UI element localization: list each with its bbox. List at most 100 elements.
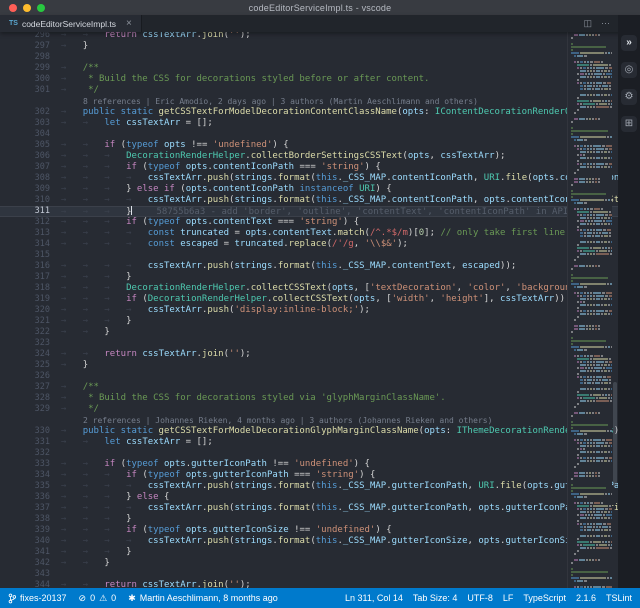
line-number[interactable]: 317 — [0, 272, 61, 283]
code-line[interactable]: 329→ */ — [0, 404, 618, 415]
minimap[interactable] — [567, 32, 612, 588]
line-number[interactable]: 298 — [0, 52, 61, 63]
code-line[interactable]: 327→ /** — [0, 382, 618, 393]
code-line[interactable]: 315 — [0, 250, 618, 261]
scrollbar-thumb[interactable] — [613, 382, 617, 487]
code-line[interactable]: 337→ → → → cssTextArr.push(strings.forma… — [0, 503, 618, 514]
code-line[interactable]: 317→ → → } — [0, 272, 618, 283]
line-number[interactable]: 323 — [0, 338, 61, 349]
code-line[interactable]: 313→ → → → const truncated = opts.conten… — [0, 228, 618, 239]
tslint-indicator[interactable]: TSLint — [606, 593, 632, 603]
line-number[interactable]: 310 — [0, 195, 61, 206]
code-line[interactable]: 324→ → return cssTextArr.join(''); — [0, 349, 618, 360]
code-line[interactable]: 298 — [0, 52, 618, 63]
code-line[interactable]: 312→ → → if (typeof opts.contentText ===… — [0, 217, 618, 228]
code-line[interactable]: 341→ → → } — [0, 547, 618, 558]
code-line[interactable]: 302→ public static getCSSTextForModelDec… — [0, 107, 618, 118]
line-number[interactable]: 326 — [0, 371, 61, 382]
git-branch-indicator[interactable]: fixes-20137 — [8, 593, 67, 604]
code-line[interactable]: 314→ → → → const escaped = truncated.rep… — [0, 239, 618, 250]
tab-codeeditorserviceimpl[interactable]: TS codeEditorServiceImpl.ts × — [0, 15, 142, 32]
line-number[interactable]: 313 — [0, 228, 61, 239]
indentation-indicator[interactable]: Tab Size: 4 — [413, 593, 458, 603]
line-number[interactable]: 329 — [0, 404, 61, 415]
code-line[interactable]: 331→ → let cssTextArr = []; — [0, 437, 618, 448]
line-number[interactable]: 339 — [0, 525, 61, 536]
line-number[interactable]: 335 — [0, 481, 61, 492]
code-line[interactable]: 299→ /** — [0, 63, 618, 74]
language-mode-indicator[interactable]: TypeScript — [523, 593, 566, 603]
line-number[interactable]: 325 — [0, 360, 61, 371]
debug-icon[interactable]: ◎ — [621, 62, 637, 78]
gear-icon[interactable]: ⚙ — [621, 89, 637, 105]
chevron-double-icon[interactable]: » — [621, 35, 637, 51]
close-tab-icon[interactable]: × — [126, 18, 132, 29]
line-number[interactable]: 299 — [0, 63, 61, 74]
code-line[interactable]: 328→ * Build the CSS for decorations sty… — [0, 393, 618, 404]
line-number[interactable]: 340 — [0, 536, 61, 547]
code-line[interactable]: 334→ → → if (typeof opts.gutterIconPath … — [0, 470, 618, 481]
code-line[interactable]: 336→ → → } else { — [0, 492, 618, 503]
line-number[interactable]: 308 — [0, 173, 61, 184]
extensions-icon[interactable]: ⊞ — [621, 116, 637, 132]
code-line[interactable]: 333→ → if (typeof opts.gutterIconPath !=… — [0, 459, 618, 470]
line-number[interactable]: 302 — [0, 107, 61, 118]
line-number[interactable]: 311 — [0, 206, 61, 217]
line-number[interactable]: 336 — [0, 492, 61, 503]
code-line[interactable]: 330→ public static getCSSTextForModelDec… — [0, 426, 618, 437]
typescript-version-indicator[interactable]: 2.1.6 — [576, 593, 596, 603]
code-line[interactable]: 326 — [0, 371, 618, 382]
line-number[interactable]: 331 — [0, 437, 61, 448]
line-number[interactable]: 338 — [0, 514, 61, 525]
line-number[interactable]: 301 — [0, 85, 61, 96]
line-number[interactable]: 307 — [0, 162, 61, 173]
line-number[interactable]: 333 — [0, 459, 61, 470]
code-line[interactable]: 344→ → return cssTextArr.join(''); — [0, 580, 618, 588]
line-number[interactable]: 296 — [0, 32, 61, 41]
line-number[interactable]: 305 — [0, 140, 61, 151]
line-number[interactable]: 316 — [0, 261, 61, 272]
editor-pane[interactable]: 296→ → return cssTextArr.join('');297→ }… — [0, 32, 618, 588]
line-number[interactable]: 342 — [0, 558, 61, 569]
code-line[interactable]: 343 — [0, 569, 618, 580]
line-number[interactable]: 330 — [0, 426, 61, 437]
code-line[interactable]: 301→ */ — [0, 85, 618, 96]
code-line[interactable]: 339→ → → if (typeof opts.gutterIconSize … — [0, 525, 618, 536]
line-number[interactable]: 297 — [0, 41, 61, 52]
code-line[interactable]: 308→ → → → cssTextArr.push(strings.forma… — [0, 173, 618, 184]
minimize-window-button[interactable] — [23, 4, 31, 12]
code-line[interactable]: 303→ → let cssTextArr = []; — [0, 118, 618, 129]
code-line[interactable]: 310→ → → → cssTextArr.push(strings.forma… — [0, 195, 618, 206]
code-line[interactable]: 305→ → if (typeof opts !== 'undefined') … — [0, 140, 618, 151]
code-line[interactable]: 297→ } — [0, 41, 618, 52]
code-line[interactable]: 316→ → → → cssTextArr.push(strings.forma… — [0, 261, 618, 272]
eol-indicator[interactable]: LF — [503, 593, 514, 603]
line-number[interactable]: 343 — [0, 569, 61, 580]
line-number[interactable]: 322 — [0, 327, 61, 338]
line-number[interactable]: 341 — [0, 547, 61, 558]
line-number[interactable]: 332 — [0, 448, 61, 459]
line-number[interactable]: 344 — [0, 580, 61, 588]
codelens-row[interactable]: 2 references | Johannes Rieken, 4 months… — [0, 415, 618, 426]
encoding-indicator[interactable]: UTF-8 — [467, 593, 493, 603]
code-line[interactable]: 300→ * Build the CSS for decorations sty… — [0, 74, 618, 85]
zoom-window-button[interactable] — [37, 4, 45, 12]
line-number[interactable]: 337 — [0, 503, 61, 514]
cursor-position-indicator[interactable]: Ln 311, Col 14 — [345, 593, 403, 603]
code-line[interactable]: 321→ → → } — [0, 316, 618, 327]
line-number[interactable]: 303 — [0, 118, 61, 129]
line-number[interactable]: 320 — [0, 305, 61, 316]
more-actions-icon[interactable]: ⋯ — [601, 18, 610, 29]
code-line[interactable]: 335→ → → → cssTextArr.push(strings.forma… — [0, 481, 618, 492]
code-line[interactable]: 338→ → → } — [0, 514, 618, 525]
line-number[interactable]: 300 — [0, 74, 61, 85]
code-line[interactable]: 332 — [0, 448, 618, 459]
code-line[interactable]: 318→ → → DecorationRenderHelper.collectC… — [0, 283, 618, 294]
code-line[interactable]: 304 — [0, 129, 618, 140]
code-line[interactable]: 309→ → → } else if (opts.contentIconPath… — [0, 184, 618, 195]
code-line[interactable]: 342→ → } — [0, 558, 618, 569]
code-line[interactable]: 306→ → → DecorationRenderHelper.collectB… — [0, 151, 618, 162]
code-line[interactable]: 320→ → → → cssTextArr.push('display:inli… — [0, 305, 618, 316]
line-number[interactable]: 306 — [0, 151, 61, 162]
line-number[interactable]: 309 — [0, 184, 61, 195]
